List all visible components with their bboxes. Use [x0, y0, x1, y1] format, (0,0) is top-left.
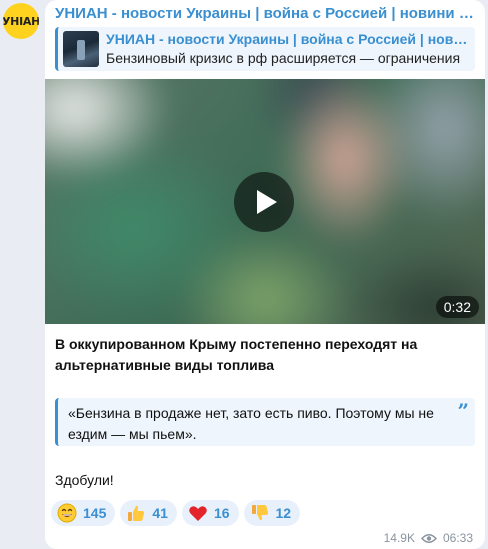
- reaction-laugh[interactable]: 145: [51, 500, 116, 526]
- avatar-logo-text: УНІАН: [3, 14, 39, 28]
- red-heart-icon: [189, 506, 207, 521]
- reactions-bar: 145 41 16 12: [51, 500, 305, 526]
- post-headline: В оккупированном Крыму постепенно перехо…: [55, 336, 418, 373]
- thumbs-up-icon: [128, 505, 145, 521]
- message-time: 06:33: [442, 531, 473, 545]
- reply-text: Бензиновый кризис в рф расширяется — огр…: [106, 50, 461, 66]
- reply-preview[interactable]: УНИАН - новости Украины | война с Россие…: [55, 27, 475, 71]
- play-icon: [256, 190, 277, 214]
- post-text: Здобули!: [55, 472, 114, 488]
- play-button[interactable]: [234, 172, 294, 232]
- channel-name[interactable]: УНИАН - новости Украины | война с Россие…: [55, 5, 475, 22]
- quote-icon: ”: [457, 399, 469, 423]
- quote-block: «Бензина в продаже нет, зато есть пиво. …: [55, 398, 475, 446]
- reply-thumbnail: [63, 31, 99, 67]
- reaction-count: 16: [213, 505, 230, 521]
- video-player[interactable]: 0:32: [45, 79, 485, 324]
- message-bubble: УНИАН - новости Украины | война с Россие…: [45, 0, 485, 549]
- chat-page: УНІАН УНИАН - новости Украины | война с …: [0, 0, 488, 549]
- eye-icon: [420, 533, 437, 543]
- channel-avatar[interactable]: УНІАН: [3, 3, 39, 39]
- reaction-heart[interactable]: 16: [181, 500, 239, 526]
- video-duration: 0:32: [435, 296, 479, 318]
- grinning-face-icon: [57, 503, 77, 523]
- quote-text: «Бензина в продаже нет, зато есть пиво. …: [68, 405, 434, 442]
- reaction-count: 41: [152, 505, 168, 521]
- reaction-like[interactable]: 41: [120, 500, 177, 526]
- thumbs-down-icon: [251, 505, 268, 521]
- reaction-count: 145: [83, 505, 107, 521]
- reaction-dislike[interactable]: 12: [243, 500, 301, 526]
- reply-title: УНИАН - новости Украины | война с Россие…: [106, 31, 470, 47]
- message-meta: 14.9K 06:33: [384, 531, 473, 545]
- view-count: 14.9K: [383, 531, 415, 545]
- reaction-count: 12: [275, 505, 292, 521]
